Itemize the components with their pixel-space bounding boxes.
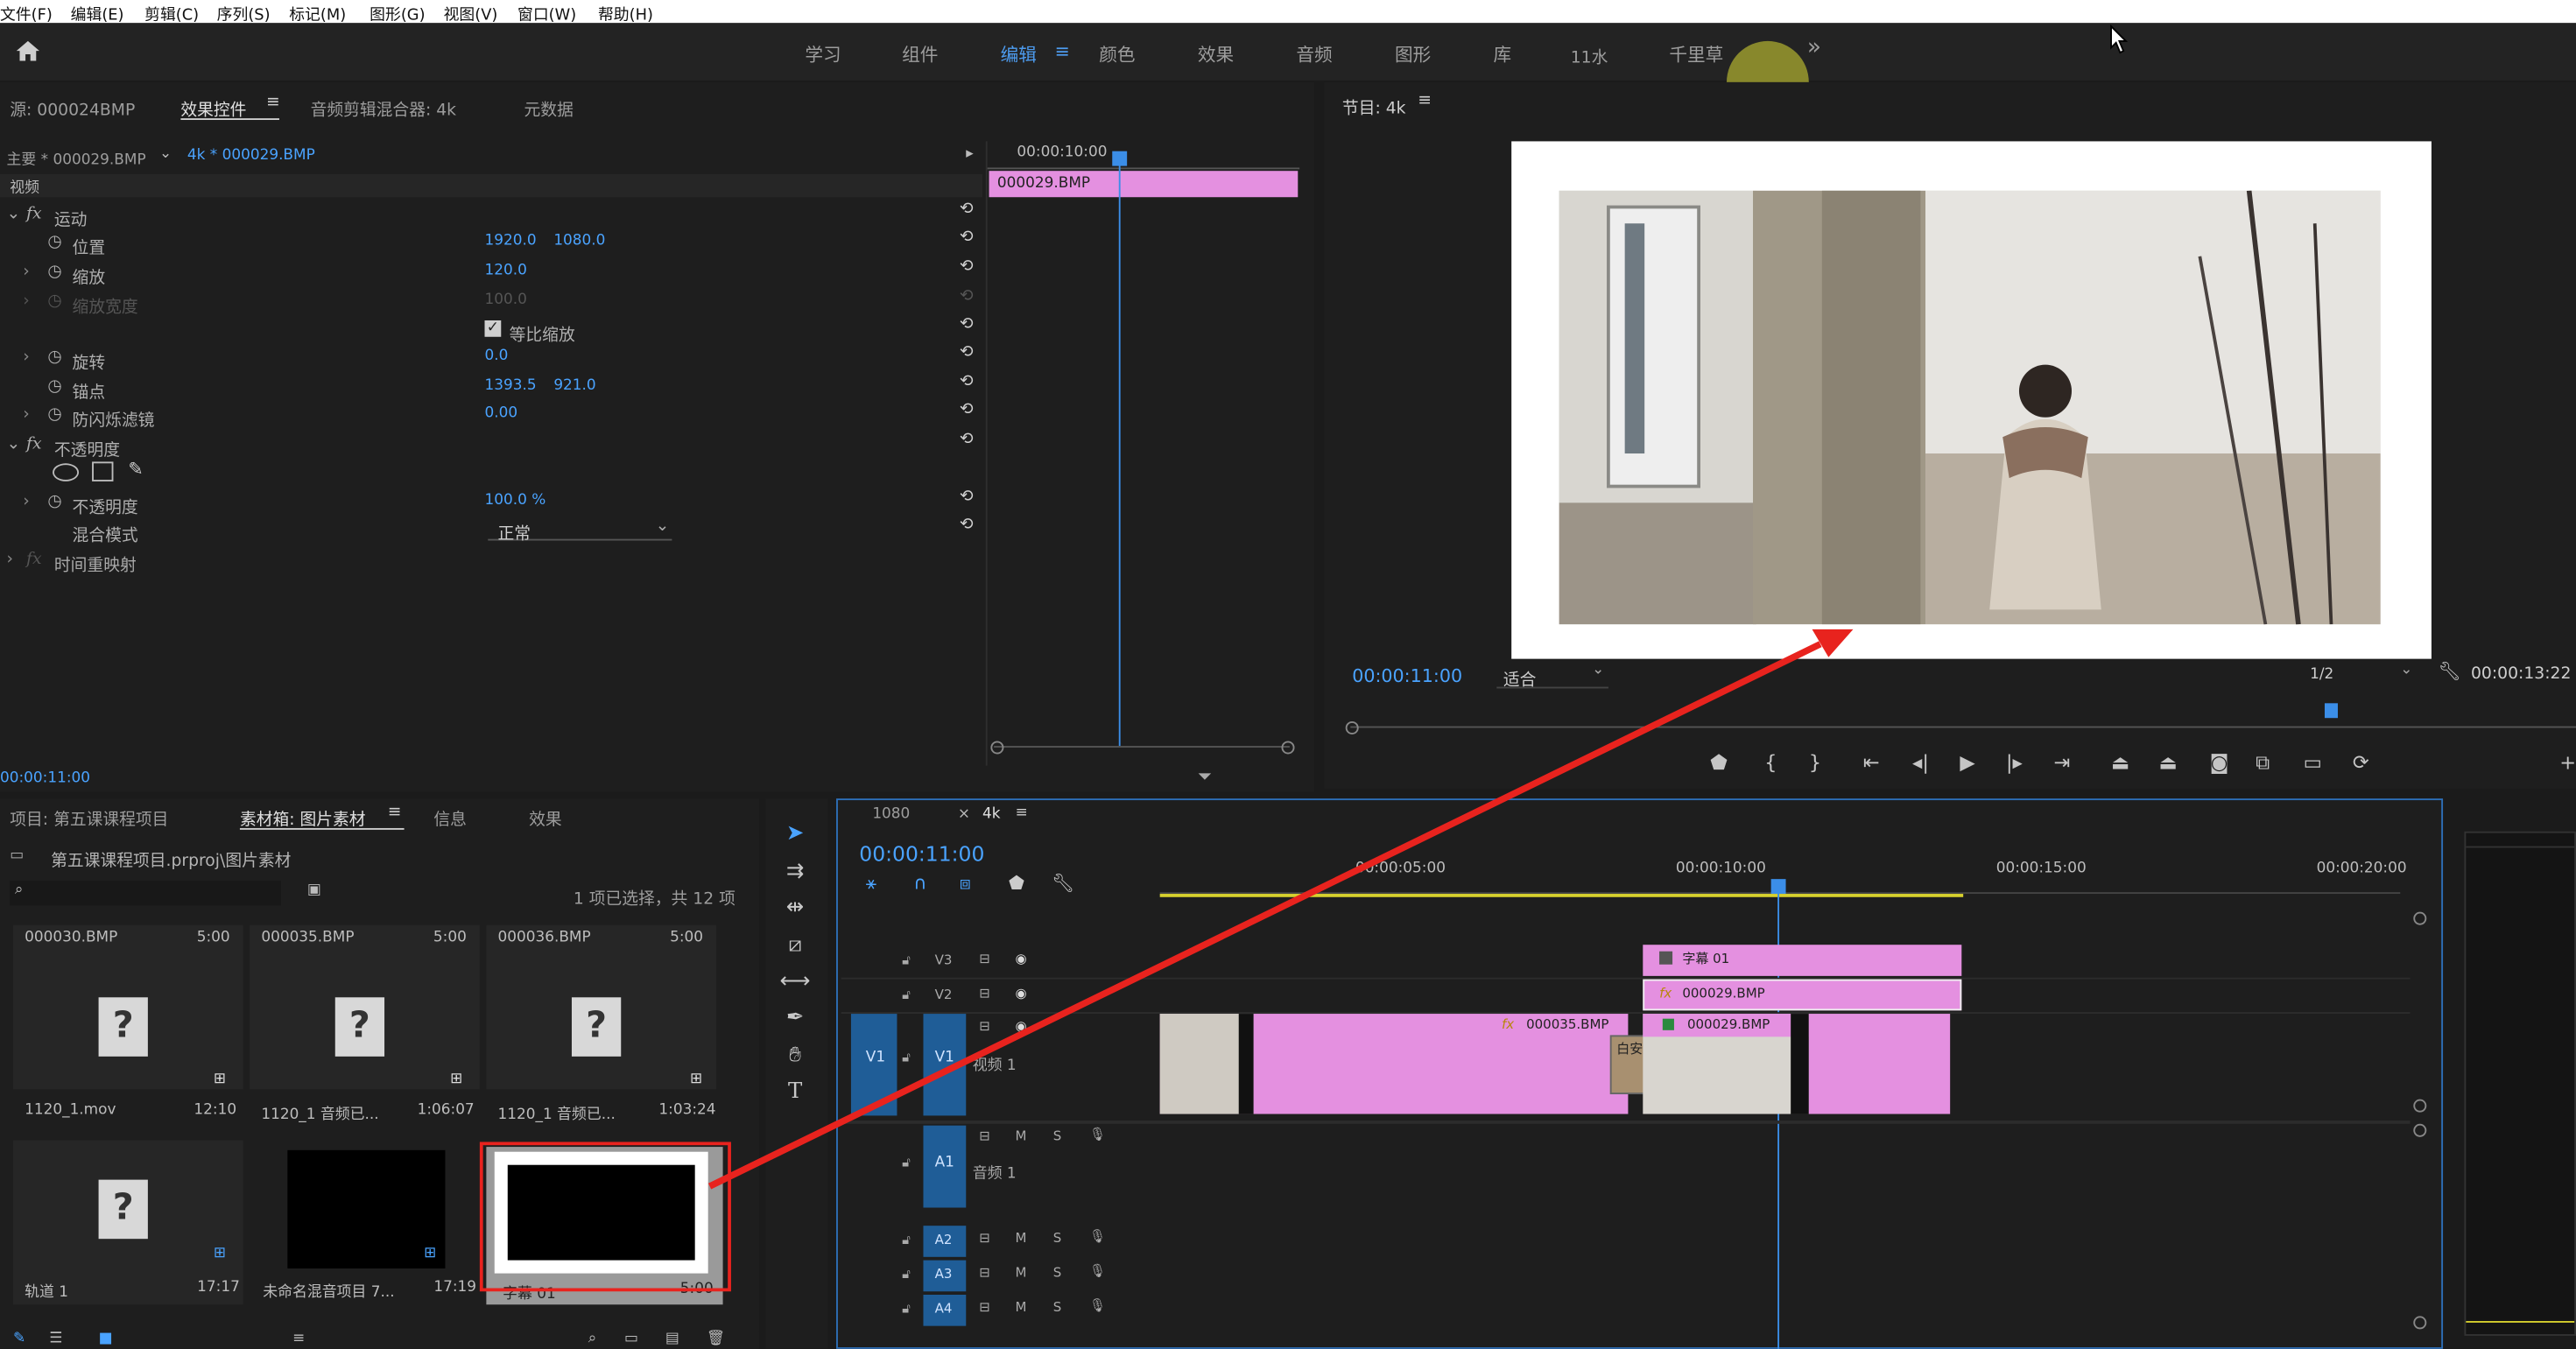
premiere-window: 文件(F) 编辑(E) 剪辑(C) 序列(S) 标记(M) 图形(G) 视图(V… [0, 0, 2576, 1349]
annotation-arrow [707, 629, 1854, 1190]
